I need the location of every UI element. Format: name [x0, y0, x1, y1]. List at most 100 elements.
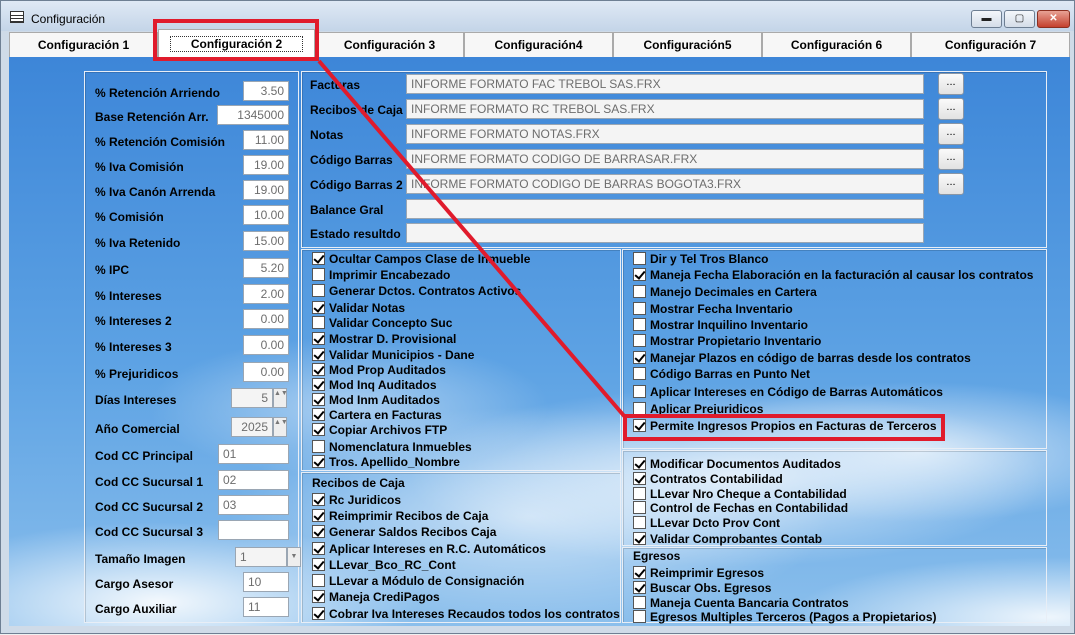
checkbox-option[interactable]: Mod Prop Auditados	[312, 363, 446, 377]
checkbox-box[interactable]	[633, 252, 646, 265]
close-button[interactable]: ✕	[1037, 10, 1070, 28]
field-input[interactable]: 10	[243, 572, 289, 592]
checkbox-option[interactable]: Reimprimir Egresos	[633, 566, 764, 580]
checkbox-option[interactable]: Aplicar Intereses en Código de Barras Au…	[633, 385, 943, 399]
checkbox-box[interactable]	[312, 301, 325, 314]
checkbox-box[interactable]	[312, 525, 325, 538]
checkbox-option[interactable]: Nomenclatura Inmuebles	[312, 440, 472, 454]
minimize-button[interactable]: ▬	[971, 10, 1002, 28]
checkbox-option[interactable]: LLevar Dcto Prov Cont	[633, 516, 780, 530]
field-input[interactable]: 3.50	[243, 81, 289, 101]
checkbox-option[interactable]: Maneja CrediPagos	[312, 590, 440, 604]
checkbox-option[interactable]: LLevar_Bco_RC_Cont	[312, 558, 456, 572]
checkbox-option[interactable]: Ocultar Campos Clase de Inmueble	[312, 252, 530, 266]
report-file-input[interactable]: INFORME FORMATO FAC TREBOL SAS.FRX	[406, 74, 924, 94]
checkbox-box[interactable]	[312, 252, 325, 265]
checkbox-box[interactable]	[312, 316, 325, 329]
checkbox-box[interactable]	[633, 610, 646, 623]
field-input[interactable]: 01	[218, 444, 289, 464]
spinner-arrows-icon[interactable]: ▲▼	[273, 417, 288, 437]
checkbox-option[interactable]: Validar Comprobantes Contab	[633, 532, 822, 546]
checkbox-box[interactable]	[633, 516, 646, 529]
checkbox-box[interactable]	[312, 284, 325, 297]
checkbox-box[interactable]	[312, 590, 325, 603]
tab-configuracion-6[interactable]: Configuración 6	[762, 32, 911, 57]
tab-configuracion-7[interactable]: Configuración 7	[911, 32, 1070, 57]
checkbox-box[interactable]	[312, 408, 325, 421]
field-input[interactable]: 02	[218, 470, 289, 490]
field-input[interactable]: 0.00	[243, 362, 289, 382]
field-input[interactable]: 0.00	[243, 309, 289, 329]
checkbox-option[interactable]: LLevar a Módulo de Consignación	[312, 574, 524, 588]
maximize-button[interactable]: ▢	[1004, 10, 1035, 28]
checkbox-box[interactable]	[633, 487, 646, 500]
checkbox-box[interactable]	[312, 440, 325, 453]
checkbox-box[interactable]	[312, 393, 325, 406]
checkbox-option[interactable]: LLevar Nro Cheque a Contabilidad	[633, 487, 847, 501]
field-input[interactable]: 5	[231, 388, 273, 408]
checkbox-option[interactable]: Maneja Cuenta Bancaria Contratos	[633, 596, 849, 610]
checkbox-option[interactable]: Manejo Decimales en Cartera	[633, 285, 817, 299]
field-input[interactable]: 0.00	[243, 335, 289, 355]
checkbox-option[interactable]: Reimprimir Recibos de Caja	[312, 509, 488, 523]
checkbox-option[interactable]: Rc Juridicos	[312, 493, 401, 507]
report-file-input[interactable]: INFORME FORMATO RC TREBOL SAS.FRX	[406, 99, 924, 119]
browse-button[interactable]: ...	[938, 173, 964, 195]
checkbox-box[interactable]	[312, 363, 325, 376]
checkbox-box[interactable]	[312, 509, 325, 522]
checkbox-option[interactable]: Control de Fechas en Contabilidad	[633, 501, 848, 515]
checkbox-option[interactable]: Mostrar Inquilino Inventario	[633, 318, 808, 332]
field-input[interactable]: 11.00	[243, 130, 289, 150]
checkbox-option[interactable]: Mod Inm Auditados	[312, 393, 440, 407]
field-input[interactable]: 2.00	[243, 284, 289, 304]
report-file-input[interactable]: INFORME FORMATO CODIGO DE BARRASAR.FRX	[406, 149, 924, 169]
field-input[interactable]: 1	[235, 547, 287, 567]
checkbox-option[interactable]: Modificar Documentos Auditados	[633, 457, 841, 471]
field-input[interactable]: 11	[243, 597, 289, 617]
checkbox-option[interactable]: Maneja Fecha Elaboración en la facturaci…	[633, 268, 1033, 282]
checkbox-box[interactable]	[633, 268, 646, 281]
field-input[interactable]: 2025	[231, 417, 273, 437]
checkbox-box[interactable]	[633, 302, 646, 315]
checkbox-box[interactable]	[312, 423, 325, 436]
field-input[interactable]: 19.00	[243, 155, 289, 175]
checkbox-option[interactable]: Cartera en Facturas	[312, 408, 442, 422]
checkbox-option[interactable]: Aplicar Intereses en R.C. Automáticos	[312, 542, 546, 556]
tab-configuracion-4[interactable]: Configuración4	[464, 32, 613, 57]
checkbox-box[interactable]	[312, 574, 325, 587]
checkbox-option[interactable]: Cobrar Iva Intereses Recaudos todos los …	[312, 607, 620, 621]
checkbox-option[interactable]: Generar Saldos Recibos Caja	[312, 525, 496, 539]
field-input[interactable]: 10.00	[243, 205, 289, 225]
checkbox-option[interactable]: Validar Municipios - Dane	[312, 348, 474, 362]
checkbox-box[interactable]	[633, 457, 646, 470]
field-input[interactable]: 15.00	[243, 231, 289, 251]
checkbox-option[interactable]: Buscar Obs. Egresos	[633, 581, 771, 595]
checkbox-box[interactable]	[633, 501, 646, 514]
tab-configuracion-3[interactable]: Configuración 3	[315, 32, 464, 57]
checkbox-option[interactable]: Contratos Contabilidad	[633, 472, 783, 486]
checkbox-option[interactable]: Copiar Archivos FTP	[312, 423, 447, 437]
checkbox-box[interactable]	[312, 268, 325, 281]
checkbox-option[interactable]: Mod Inq Auditados	[312, 378, 437, 392]
browse-button[interactable]: ...	[938, 98, 964, 120]
field-input[interactable]: 5.20	[243, 258, 289, 278]
field-input[interactable]: 19.00	[243, 180, 289, 200]
checkbox-box[interactable]	[312, 542, 325, 555]
field-input[interactable]: 03	[218, 495, 289, 515]
checkbox-option[interactable]: Mostrar Propietario Inventario	[633, 334, 821, 348]
field-input[interactable]: 1345000	[217, 105, 289, 125]
browse-button[interactable]: ...	[938, 73, 964, 95]
checkbox-box[interactable]	[312, 378, 325, 391]
checkbox-box[interactable]	[633, 596, 646, 609]
report-file-input[interactable]	[406, 223, 924, 243]
checkbox-option[interactable]: Manejar Plazos en código de barras desde…	[633, 351, 971, 365]
checkbox-option[interactable]: Generar Dctos. Contratos Activos	[312, 284, 521, 298]
spinner-arrows-icon[interactable]: ▲▼	[273, 388, 288, 408]
checkbox-option[interactable]: Código Barras en Punto Net	[633, 367, 810, 381]
checkbox-box[interactable]	[633, 532, 646, 545]
checkbox-box[interactable]	[633, 351, 646, 364]
checkbox-box[interactable]	[312, 493, 325, 506]
checkbox-box[interactable]	[312, 332, 325, 345]
checkbox-option[interactable]: Mostrar Fecha Inventario	[633, 302, 793, 316]
checkbox-box[interactable]	[633, 472, 646, 485]
